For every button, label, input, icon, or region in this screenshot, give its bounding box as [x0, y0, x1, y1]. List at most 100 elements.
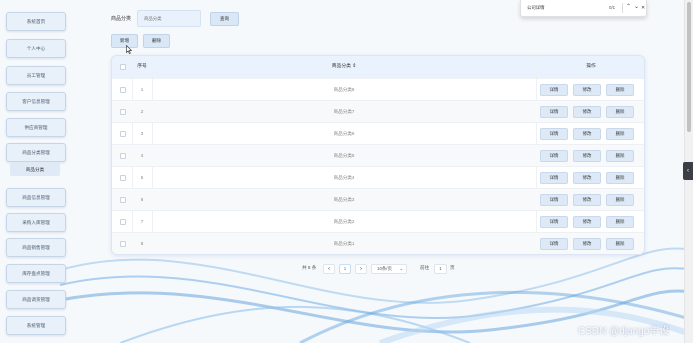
category-search-input[interactable] — [137, 10, 201, 27]
table-row: 2 商品分类7 详情 修改 删除 — [112, 100, 644, 122]
row-category: 商品分类7 — [333, 109, 355, 114]
goto-label: 前往 — [420, 265, 430, 270]
sidebar-subitem-category[interactable]: 商品分类 — [10, 163, 60, 176]
table-row: 3 商品分类6 详情 修改 删除 — [112, 122, 644, 144]
row-checkbox[interactable] — [120, 219, 126, 225]
row-category: 商品分类4 — [333, 175, 355, 180]
delete-button[interactable]: 删除 — [606, 216, 634, 228]
sidebar-item-sales[interactable]: 商品销售管理 — [6, 238, 66, 257]
category-table: 序号 商品分类 ⇕ 操作 1 商品分类8 详情 修改 删除 2 商品分类7 详情 修改 删除 3 商品… — [111, 55, 645, 255]
edit-button[interactable]: 修改 — [573, 128, 601, 140]
close-icon[interactable]: ✕ — [641, 5, 645, 11]
row-checkbox[interactable] — [120, 131, 126, 137]
next-page-button[interactable]: > — [355, 264, 367, 274]
row-checkbox[interactable] — [120, 197, 126, 203]
edit-button[interactable]: 修改 — [573, 172, 601, 184]
delete-button[interactable]: 删除 — [606, 106, 634, 118]
edit-button[interactable]: 修改 — [573, 194, 601, 206]
delete-button[interactable]: 删除 — [606, 150, 634, 162]
search-button[interactable]: 查询 — [210, 12, 239, 26]
app-root: 系统首页 个人中心 员工管理 客户信息管理 供应商管理 商品分类管理 商品分类 … — [0, 0, 693, 343]
edit-button[interactable]: 修改 — [573, 238, 601, 250]
find-previous-icon[interactable]: ⌃ — [626, 3, 631, 10]
goto-suffix: 页 — [450, 265, 455, 270]
find-match-count: 0/1 — [609, 5, 616, 10]
row-checkbox[interactable] — [120, 241, 126, 247]
find-in-page-bar: 公司详情 0/1 ⌃ ⌄ ✕ — [520, 0, 647, 17]
row-index: 4 — [140, 153, 144, 158]
delete-button[interactable]: 删除 — [606, 238, 634, 250]
detail-button[interactable]: 详情 — [540, 84, 568, 96]
row-checkbox[interactable] — [120, 153, 126, 159]
prev-page-button[interactable]: < — [323, 264, 335, 274]
page-size-select[interactable]: 10条/页 ⌄ — [371, 264, 407, 274]
edit-button[interactable]: 修改 — [573, 150, 601, 162]
page-size-value: 10条/页 — [377, 266, 392, 271]
sidebar: 系统首页 个人中心 员工管理 客户信息管理 供应商管理 商品分类管理 商品分类 … — [0, 0, 74, 343]
sidebar-item-transfer[interactable]: 商品调货管理 — [6, 290, 66, 309]
row-checkbox[interactable] — [120, 109, 126, 115]
detail-button[interactable]: 详情 — [540, 238, 568, 250]
row-index: 5 — [140, 175, 144, 180]
row-index: 1 — [140, 87, 144, 92]
filter-label: 商品分类 — [111, 16, 132, 22]
table-row: 7 商品分类2 详情 修改 删除 — [112, 210, 644, 232]
chevron-down-icon: ⌄ — [399, 266, 403, 271]
detail-button[interactable]: 详情 — [540, 216, 568, 228]
row-category: 商品分类5 — [333, 153, 355, 158]
delete-button[interactable]: 删除 — [606, 194, 634, 206]
sidebar-item-system[interactable]: 系统管理 — [6, 316, 66, 335]
row-checkbox[interactable] — [120, 87, 126, 93]
watermark: CSDN @django毕设 — [578, 326, 670, 337]
sidebar-item-employees[interactable]: 员工管理 — [6, 66, 66, 85]
row-checkbox[interactable] — [120, 175, 126, 181]
find-input[interactable]: 公司详情 — [527, 5, 545, 11]
header-category[interactable]: 商品分类 ⇕ — [152, 56, 536, 78]
row-category: 商品分类2 — [333, 219, 355, 224]
table-row: 1 商品分类8 详情 修改 删除 — [112, 78, 644, 100]
scrollbar-thumb[interactable] — [687, 2, 691, 132]
delete-button[interactable]: 删除 — [606, 84, 634, 96]
row-index: 3 — [140, 131, 144, 136]
batch-delete-button[interactable]: 删除 — [143, 34, 170, 48]
pagination-total: 共 8 条 — [302, 265, 317, 270]
sidebar-item-suppliers[interactable]: 供应商管理 — [6, 118, 66, 137]
sidebar-item-customers[interactable]: 客户信息管理 — [6, 92, 66, 111]
header-index: 序号 — [137, 64, 147, 69]
edit-button[interactable]: 修改 — [573, 84, 601, 96]
sidebar-item-home[interactable]: 系统首页 — [6, 12, 66, 31]
row-index: 2 — [140, 109, 144, 114]
detail-button[interactable]: 详情 — [540, 150, 568, 162]
add-button[interactable]: 新增 — [111, 34, 138, 48]
detail-button[interactable]: 详情 — [540, 106, 568, 118]
sidebar-item-purchase[interactable]: 采购入库管理 — [6, 213, 66, 232]
find-next-icon[interactable]: ⌄ — [634, 3, 639, 10]
table-header: 序号 商品分类 ⇕ 操作 — [112, 56, 644, 78]
sidebar-item-inventory[interactable]: 库存盘点管理 — [6, 264, 66, 283]
mouse-cursor-icon — [126, 45, 132, 54]
side-panel-toggle[interactable]: ‹ — [683, 162, 693, 180]
detail-button[interactable]: 详情 — [540, 194, 568, 206]
sidebar-item-category-management[interactable]: 商品分类管理 — [6, 143, 66, 162]
select-all-checkbox[interactable] — [120, 64, 126, 70]
table-row: 6 商品分类3 详情 修改 删除 — [112, 188, 644, 210]
row-category: 商品分类1 — [333, 241, 355, 246]
table-row: 4 商品分类5 详情 修改 删除 — [112, 144, 644, 166]
delete-button[interactable]: 删除 — [606, 128, 634, 140]
detail-button[interactable]: 详情 — [540, 128, 568, 140]
row-category: 商品分类6 — [333, 131, 355, 136]
detail-button[interactable]: 详情 — [540, 172, 568, 184]
find-divider — [622, 3, 623, 13]
header-actions: 操作 — [586, 64, 596, 69]
delete-button[interactable]: 删除 — [606, 172, 634, 184]
row-category: 商品分类3 — [333, 197, 355, 202]
table-row: 5 商品分类4 详情 修改 删除 — [112, 166, 644, 188]
edit-button[interactable]: 修改 — [573, 106, 601, 118]
page-number-current[interactable]: 1 — [339, 264, 351, 274]
sidebar-item-product-info[interactable]: 商品信息管理 — [6, 188, 66, 207]
row-index: 7 — [140, 219, 144, 224]
row-category: 商品分类8 — [333, 87, 355, 92]
goto-page-input[interactable]: 1 — [434, 264, 447, 274]
sidebar-item-profile[interactable]: 个人中心 — [6, 39, 66, 58]
edit-button[interactable]: 修改 — [573, 216, 601, 228]
